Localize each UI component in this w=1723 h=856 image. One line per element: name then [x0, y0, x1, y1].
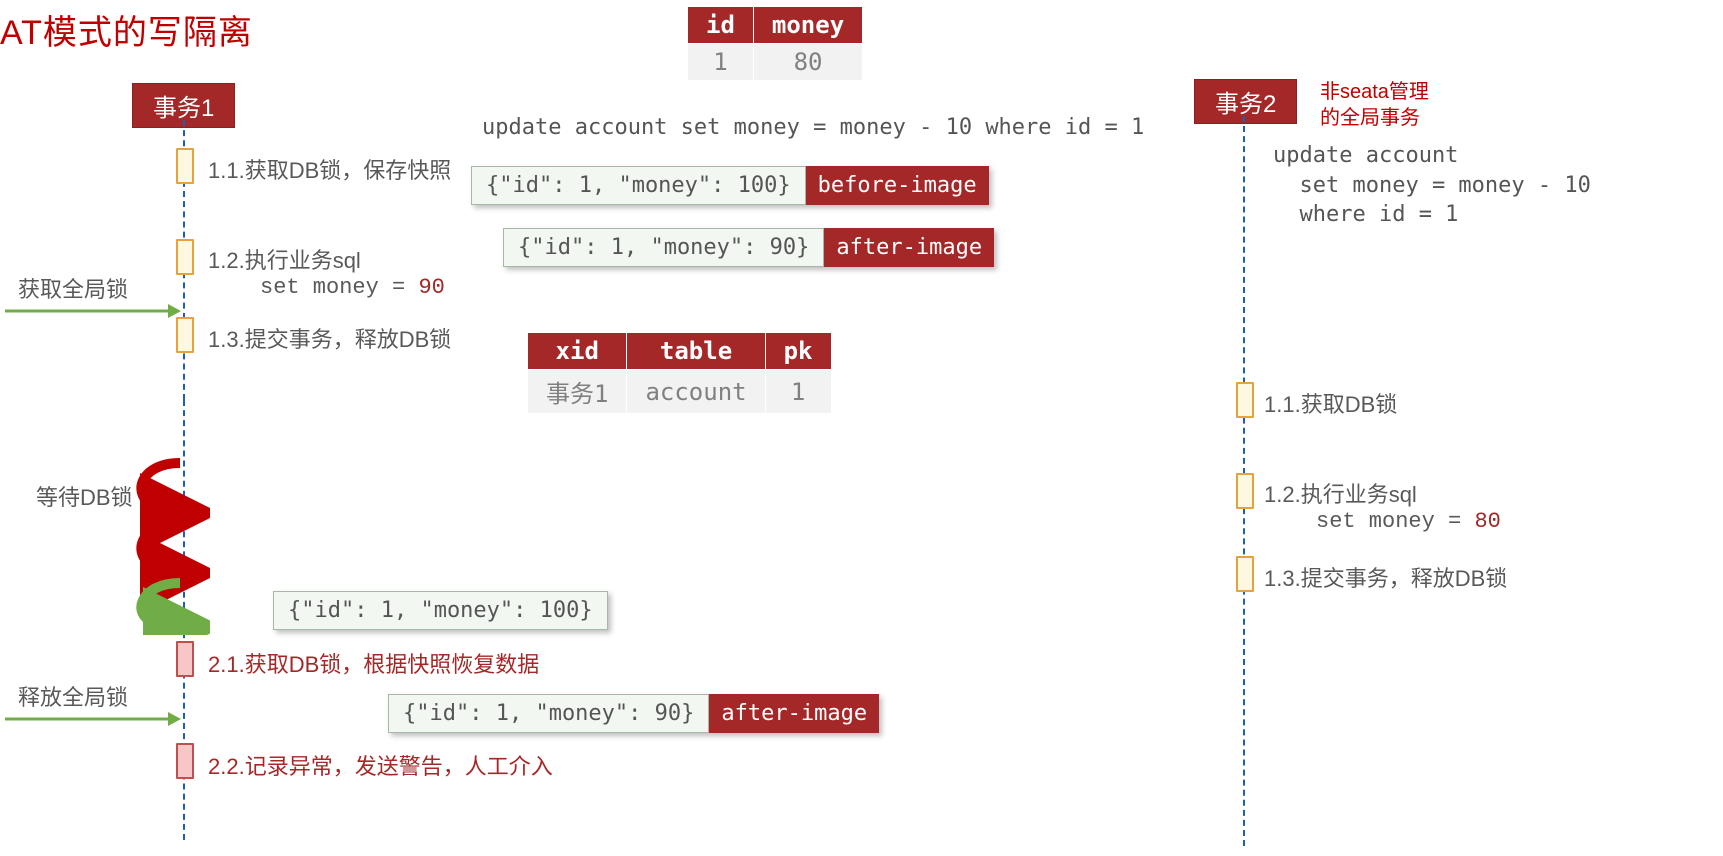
note-release-global-lock: 释放全局锁 — [18, 680, 128, 712]
arrow-release-global-lock — [5, 709, 183, 729]
tx1-act-4 — [176, 641, 194, 677]
td-id: 1 — [688, 44, 754, 81]
tx2-set-money-prefix: set money = — [1316, 509, 1474, 534]
tx2-set-money-value: 80 — [1474, 509, 1500, 534]
before-image-box: {"id": 1, "money": 100} before-image — [471, 166, 989, 205]
diagram-title: AT模式的写隔离 — [0, 5, 253, 54]
global-update-sql: update account set money = money - 10 wh… — [482, 115, 1144, 140]
td-table: account — [627, 370, 765, 414]
tx2-header: 事务2 — [1194, 79, 1297, 124]
after-image-box: {"id": 1, "money": 90} after-image — [503, 228, 994, 267]
tx1-step-12-sub: set money = 90 — [260, 273, 445, 300]
th-money: money — [753, 7, 862, 44]
tx1-act-5 — [176, 743, 194, 779]
th-pk: pk — [765, 333, 831, 370]
restore-json-90: {"id": 1, "money": 90} after-image — [388, 694, 879, 733]
restore-json-90-body: {"id": 1, "money": 90} — [388, 694, 709, 733]
tx2-red-note-l2: 的全局事务 — [1320, 107, 1420, 129]
tx2-step-11: 1.1.获取DB锁 — [1264, 387, 1397, 419]
tx1-act-2 — [176, 239, 194, 275]
tx2-step-12: 1.2.执行业务sql — [1264, 477, 1417, 509]
tx1-step-13: 1.3.提交事务，释放DB锁 — [208, 322, 451, 354]
tx1-act-3 — [176, 317, 194, 353]
note-wait-db-lock: 等待DB锁 — [36, 480, 133, 512]
restore-json-100-body: {"id": 1, "money": 100} — [273, 591, 608, 630]
tx1-act-1 — [176, 148, 194, 184]
tx2-sql: update account set money = money - 10 wh… — [1273, 141, 1591, 230]
td-xid: 事务1 — [528, 370, 627, 414]
note-get-global-lock: 获取全局锁 — [18, 272, 128, 304]
restore-json-90-tag: after-image — [709, 694, 879, 733]
td-pk: 1 — [765, 370, 831, 414]
before-image-tag: before-image — [806, 166, 989, 205]
tx2-act-1 — [1236, 382, 1254, 418]
tx2-act-2 — [1236, 473, 1254, 509]
td-money: 80 — [753, 44, 862, 81]
arrow-get-global-lock — [5, 301, 183, 321]
tx2-step-13: 1.3.提交事务，释放DB锁 — [1264, 561, 1507, 593]
wait-arrows — [130, 455, 210, 635]
tx2-red-note-l1: 非seata管理 — [1320, 81, 1429, 103]
tx1-step-11: 1.1.获取DB锁，保存快照 — [208, 153, 451, 185]
account-table: id money 1 80 — [687, 6, 863, 81]
th-table: table — [627, 333, 765, 370]
restore-json-100: {"id": 1, "money": 100} — [273, 591, 608, 630]
set-money-prefix: set money = — [260, 275, 418, 300]
before-image-json: {"id": 1, "money": 100} — [471, 166, 806, 205]
th-id: id — [688, 7, 754, 44]
tx1-step-22: 2.2.记录异常，发送警告，人工介入 — [208, 749, 553, 781]
set-money-value: 90 — [418, 275, 444, 300]
tx2-act-3 — [1236, 556, 1254, 592]
tx1-step-12: 1.2.执行业务sql — [208, 243, 361, 275]
after-image-json: {"id": 1, "money": 90} — [503, 228, 824, 267]
tx2-step-12-sub: set money = 80 — [1316, 507, 1501, 534]
tx1-step-21: 2.1.获取DB锁，根据快照恢复数据 — [208, 647, 539, 679]
tx2-red-note: 非seata管理 的全局事务 — [1320, 79, 1429, 131]
lock-table: xid table pk 事务1 account 1 — [527, 332, 832, 414]
th-xid: xid — [528, 333, 627, 370]
after-image-tag: after-image — [824, 228, 994, 267]
